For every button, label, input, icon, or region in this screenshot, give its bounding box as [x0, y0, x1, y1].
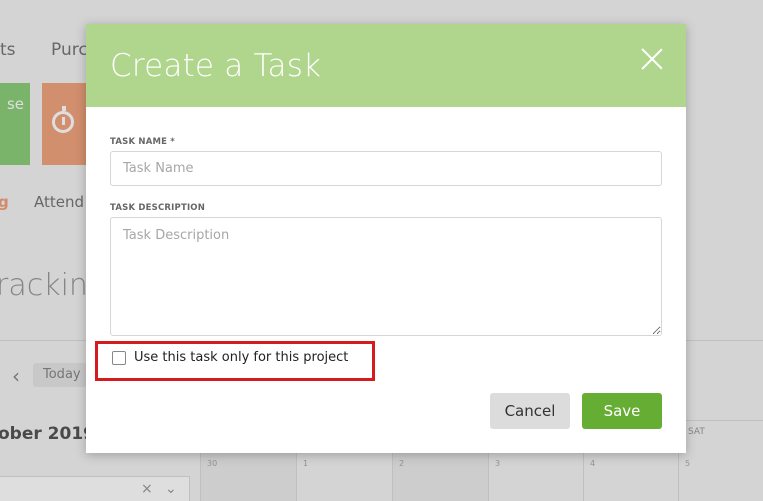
modal-title: Create a Task — [110, 48, 322, 84]
task-description-input[interactable] — [110, 217, 662, 336]
project-only-option[interactable]: Use this task only for this project — [112, 350, 348, 365]
task-name-input[interactable] — [110, 151, 662, 186]
project-only-label[interactable]: Use this task only for this project — [134, 350, 348, 365]
create-task-modal: Create a Task TASK NAME * TASK DESCRIPTI… — [86, 24, 686, 453]
task-name-label: TASK NAME * — [110, 137, 175, 147]
modal-header: Create a Task — [86, 24, 686, 107]
close-icon[interactable] — [641, 48, 663, 70]
task-description-label: TASK DESCRIPTION — [110, 203, 206, 213]
cancel-button[interactable]: Cancel — [490, 393, 570, 429]
project-only-checkbox[interactable] — [112, 350, 126, 365]
save-button[interactable]: Save — [582, 393, 662, 429]
